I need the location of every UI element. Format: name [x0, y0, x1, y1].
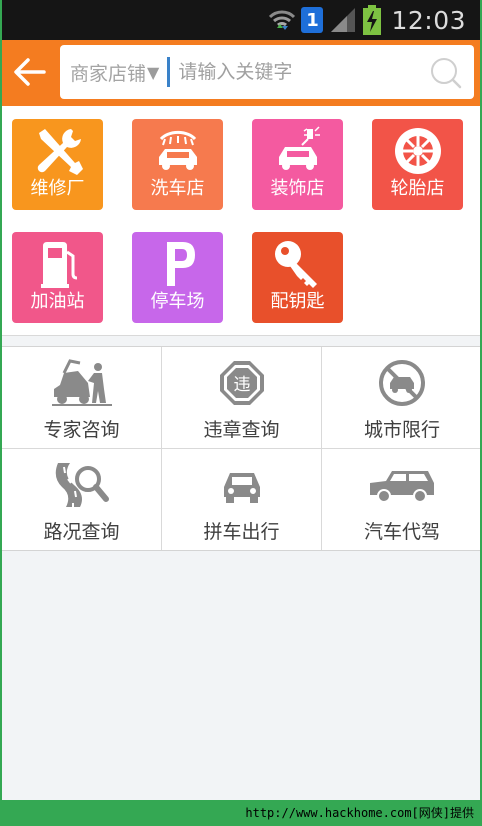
service-traffic-query[interactable]: 路况查询 [2, 449, 162, 550]
car-spray-icon [278, 126, 320, 170]
carpool-icon [223, 473, 260, 503]
search-icon[interactable] [430, 57, 462, 89]
signal-icon [331, 8, 356, 32]
tile-repair-shop[interactable]: 维修厂 [12, 119, 103, 210]
service-label: 城市限行 [363, 419, 440, 441]
tile-label: 装饰店 [270, 178, 325, 199]
tile-tire-shop[interactable]: 轮胎店 [372, 119, 463, 210]
gas-station-icon [40, 242, 77, 288]
service-grid: 专家咨询 违 违章查询 城市限行 路况查询 拼车出行 汽车代驾 [2, 346, 480, 551]
mechanic-icon [51, 359, 112, 406]
parking-icon [166, 242, 195, 286]
search-category-label: 商家店铺 [70, 62, 147, 85]
wifi-icon [269, 10, 296, 30]
battery-charging-icon [363, 5, 382, 35]
service-expert-consult[interactable]: 专家咨询 [2, 347, 162, 448]
dropdown-triangle-icon: ▼ [147, 62, 160, 82]
search-bar: 商家店铺 ▼ [60, 45, 474, 99]
service-label: 拼车出行 [203, 521, 280, 543]
shop-category-grid: 维修厂 洗车店 装饰店 轮胎店 加油站 停车场 配钥匙 [2, 106, 480, 336]
tile-decoration-shop[interactable]: 装饰店 [252, 119, 343, 210]
no-car-sign-icon [379, 360, 425, 406]
tile-label: 轮胎店 [390, 178, 445, 199]
back-arrow-icon[interactable] [12, 54, 48, 90]
app-header: 商家店铺 ▼ [2, 40, 480, 106]
clock: 12:03 [391, 5, 466, 35]
car-wash-icon [158, 130, 197, 170]
watermark-footer: http://www.hackhome.com[网侠]提供 [0, 800, 482, 826]
violation-sign-text: 违 [233, 375, 250, 395]
service-label: 违章查询 [203, 419, 280, 441]
service-label: 汽车代驾 [363, 521, 440, 543]
tile-label: 维修厂 [30, 178, 85, 199]
road-search-icon [55, 463, 109, 507]
tile-label: 停车场 [150, 291, 205, 312]
service-violation-query[interactable]: 违 违章查询 [162, 347, 322, 448]
service-label: 专家咨询 [43, 419, 120, 441]
service-carpool[interactable]: 拼车出行 [162, 449, 322, 550]
tile-label: 配钥匙 [270, 291, 325, 312]
tile-car-wash[interactable]: 洗车店 [132, 119, 223, 210]
tire-icon [394, 128, 441, 174]
search-input[interactable] [178, 61, 409, 83]
violation-sign-icon: 违 [219, 361, 264, 405]
status-bar: 1 12:03 [2, 0, 480, 40]
status-icons: 1 12:03 [269, 2, 466, 38]
app-screen: 1 12:03 商家店铺 ▼ 请输入关键字 维修厂 洗车店 装饰店 轮胎店 加油… [0, 0, 482, 826]
tile-label: 洗车店 [150, 178, 205, 199]
suv-icon [370, 471, 434, 503]
service-city-restriction[interactable]: 城市限行 [322, 347, 480, 448]
service-label: 路况查询 [43, 521, 120, 543]
tile-parking[interactable]: 停车场 [132, 232, 223, 323]
search-category-dropdown[interactable]: 商家店铺 ▼ [60, 59, 159, 86]
tile-key-cutting[interactable]: 配钥匙 [252, 232, 343, 323]
tile-label: 加油站 [30, 291, 85, 312]
key-icon [274, 241, 317, 288]
tile-gas-station[interactable]: 加油站 [12, 232, 103, 323]
wrench-screwdriver-icon [37, 129, 83, 175]
notification-badge: 1 [301, 7, 324, 33]
search-cursor [167, 57, 171, 87]
service-designated-driver[interactable]: 汽车代驾 [322, 449, 480, 550]
